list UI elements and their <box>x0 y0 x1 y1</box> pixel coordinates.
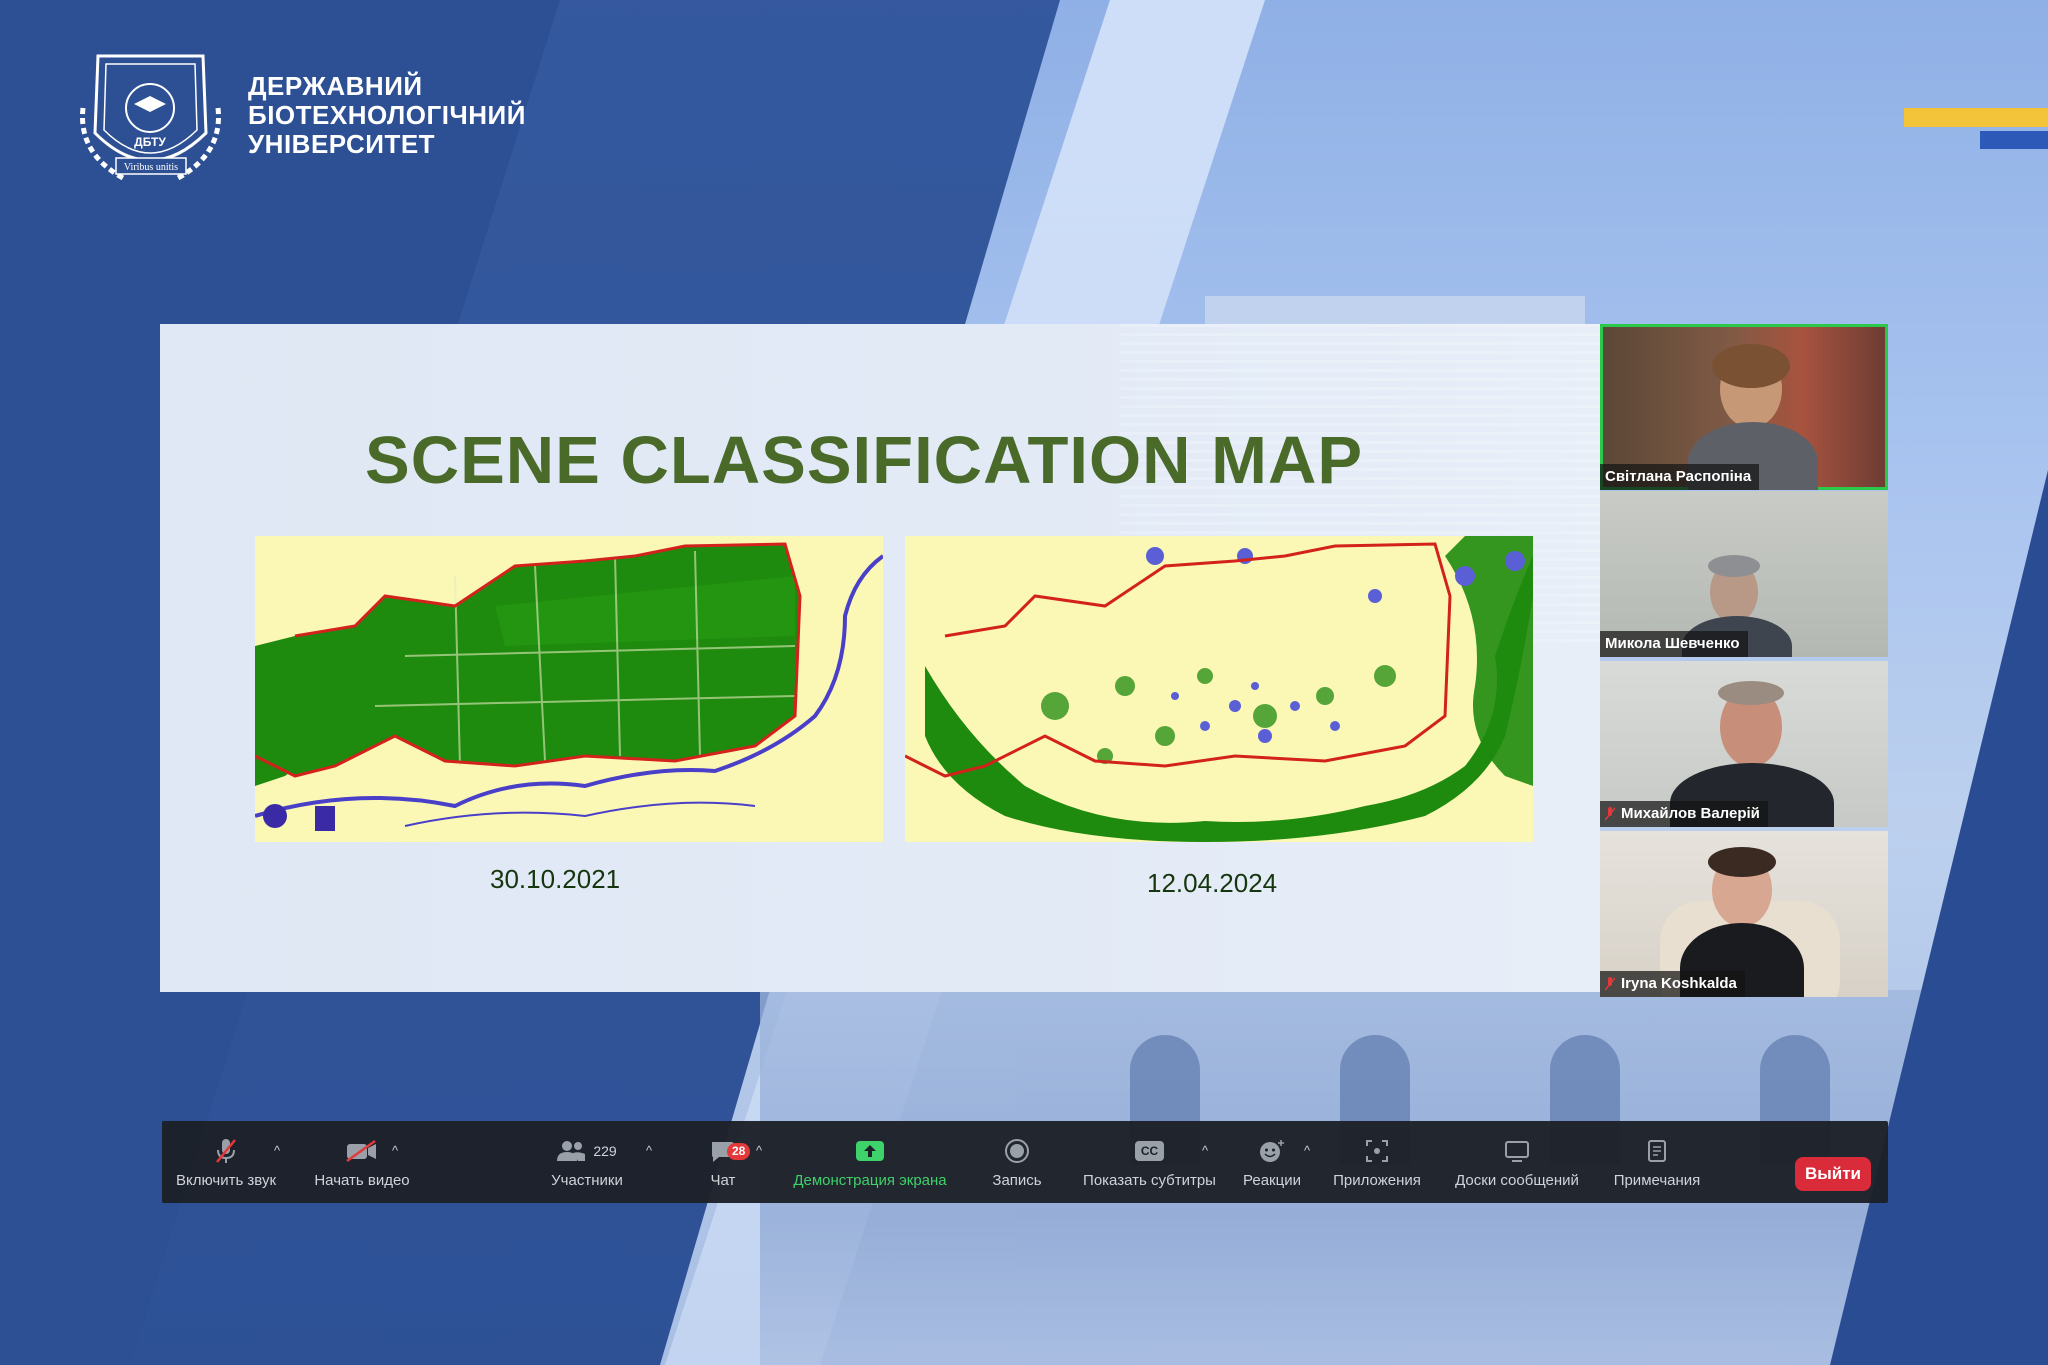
chat-button[interactable]: Чат <box>688 1121 758 1203</box>
captions-options-caret-icon[interactable]: ^ <box>1202 1143 1208 1158</box>
university-name-line2: БІОТЕХНОЛОГІЧНИЙ <box>248 100 526 130</box>
participant-tile-3[interactable]: Михайлов Валерій <box>1600 661 1888 827</box>
unmute-button[interactable]: Включить звук <box>170 1121 282 1203</box>
participant-name: Світлана Распопіна <box>1600 464 1760 490</box>
map-date-2: 12.04.2024 <box>1147 868 1278 898</box>
university-logo: ДБТУ Viribus unitis <box>68 38 233 198</box>
participant-name: Iryna Koshkalda <box>1600 971 1745 997</box>
notes-icon <box>1646 1136 1668 1166</box>
video-options-caret-icon[interactable]: ^ <box>392 1143 398 1158</box>
participants-count: 229 <box>593 1142 617 1159</box>
classification-map-2024 <box>905 536 1533 842</box>
record-icon <box>1004 1136 1030 1166</box>
participant-tile-2[interactable]: Микола Шевченко <box>1600 491 1888 657</box>
meeting-toolbar: Включить звук ^ Начать видео ^ 229 Участ… <box>162 1121 1888 1203</box>
participant-name: Микола Шевченко <box>1600 631 1748 657</box>
classification-map-2021 <box>255 536 883 842</box>
participant-name: Михайлов Валерій <box>1600 801 1768 827</box>
participants-icon <box>557 1140 586 1161</box>
shared-screen-slide: SCENE CLASSIFICATION MAP 30.10.2021 12.0… <box>160 324 1600 992</box>
whiteboard-icon <box>1503 1136 1531 1166</box>
logo-abbr: ДБТУ <box>134 135 166 149</box>
captions-button[interactable]: CC Показать субтитры <box>1067 1121 1232 1203</box>
university-name-line1: ДЕРЖАВНИЙ <box>248 71 423 101</box>
start-video-button[interactable]: Начать видео <box>302 1121 422 1203</box>
mic-muted-icon <box>1605 807 1615 821</box>
chat-options-caret-icon[interactable]: ^ <box>756 1143 762 1158</box>
apps-button[interactable]: Приложения <box>1327 1121 1427 1203</box>
logo-motto: Viribus unitis <box>124 162 178 173</box>
leave-meeting-button[interactable]: Выйти <box>1795 1157 1871 1191</box>
university-name-line3: УНІВЕРСИТЕТ <box>248 129 436 159</box>
map-date-1: 30.10.2021 <box>490 864 621 894</box>
university-name: ДЕРЖАВНИЙ БІОТЕХНОЛОГІЧНИЙ УНІВЕРСИТЕТ <box>248 72 526 159</box>
participants-options-caret-icon[interactable]: ^ <box>646 1143 652 1158</box>
mic-muted-icon <box>214 1136 238 1166</box>
flag-blue-stripe <box>1980 131 2048 149</box>
participant-tile-1[interactable]: Світлана Распопіна <box>1600 324 1888 490</box>
background-building-roof <box>1205 296 1585 326</box>
share-screen-button[interactable]: Демонстрация экрана <box>782 1121 958 1203</box>
share-screen-icon <box>854 1136 886 1166</box>
chat-unread-badge: 28 <box>727 1143 751 1160</box>
flag-yellow-stripe <box>1904 108 2048 127</box>
record-button[interactable]: Запись <box>972 1121 1062 1203</box>
camera-off-icon <box>345 1136 379 1166</box>
reactions-options-caret-icon[interactable]: ^ <box>1304 1143 1310 1158</box>
slide-title: SCENE CLASSIFICATION MAP <box>365 423 1364 498</box>
whiteboards-button[interactable]: Доски сообщений <box>1442 1121 1592 1203</box>
notes-button[interactable]: Примечания <box>1592 1121 1722 1203</box>
mic-muted-icon <box>1605 977 1615 991</box>
apps-icon <box>1364 1136 1390 1166</box>
captions-icon: CC <box>1134 1136 1165 1166</box>
audio-options-caret-icon[interactable]: ^ <box>274 1143 280 1158</box>
reactions-button[interactable]: Реакции <box>1232 1121 1312 1203</box>
reactions-icon <box>1258 1136 1286 1166</box>
participant-tile-4[interactable]: Iryna Koshkalda <box>1600 831 1888 997</box>
participants-button[interactable]: 229 Участники <box>532 1121 642 1203</box>
